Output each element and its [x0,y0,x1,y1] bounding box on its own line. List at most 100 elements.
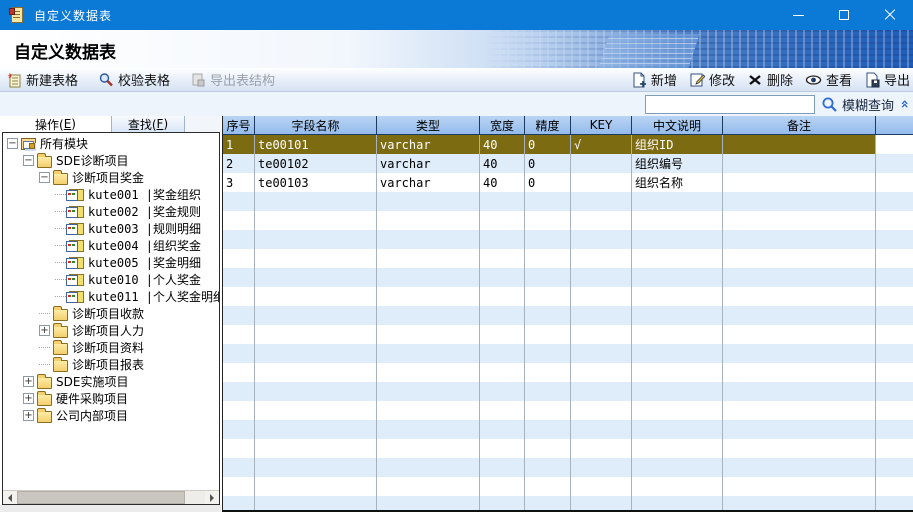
tree-item-16[interactable]: +公司内部项目 [3,407,219,424]
tree-item-label: 诊断项目报表 [72,356,144,373]
table-icon [69,223,84,235]
tab-operate[interactable]: 操作(E) [0,116,112,132]
tree-item-10[interactable]: 诊断项目收款 [3,305,219,322]
delete-button[interactable]: 删除 [747,70,793,89]
cell [876,135,913,154]
table-row-0[interactable]: 1te00101varchar400√组织ID [223,135,913,154]
tree-item-4[interactable]: kute002 |奖金规则 [3,203,219,220]
cell [571,344,632,363]
tree-connector [55,279,66,280]
tab-find[interactable]: 查找(F) [112,116,185,132]
collapse-toggle-icon[interactable]: − [39,172,50,183]
minimize-button[interactable] [775,0,821,30]
cell [632,420,723,439]
cell [571,306,632,325]
collapse-search-icon[interactable]: « [897,99,911,108]
cell [571,325,632,344]
export-button[interactable]: 导出 [864,70,910,89]
table-row-1[interactable]: 2te00102varchar400组织编号 [223,154,913,173]
collapse-toggle-icon[interactable]: − [23,155,34,166]
scroll-right-icon[interactable] [205,491,219,504]
tree-item-label: kute004 |组织奖金 [88,237,201,254]
collapse-toggle-icon[interactable]: − [7,138,18,149]
cell [255,439,377,458]
expand-toggle-icon[interactable]: + [23,376,34,387]
expand-toggle-icon[interactable]: + [39,325,50,336]
tree-item-5[interactable]: kute003 |规则明细 [3,220,219,237]
tree-item-11[interactable]: +诊断项目人力 [3,322,219,339]
cell [223,420,255,439]
column-header-filler[interactable] [876,116,913,135]
cell [525,363,571,382]
table-row-2[interactable]: 3te00103varchar400组织名称 [223,173,913,192]
tree-item-9[interactable]: kute011 |个人奖金明细 [3,288,219,305]
column-header-5[interactable]: KEY [571,116,632,135]
cell [525,401,571,420]
close-icon [884,9,896,21]
tree-item-2[interactable]: −诊断项目奖金 [3,169,219,186]
add-button[interactable]: 新增 [631,70,677,89]
tree-item-1[interactable]: −SDE诊断项目 [3,152,219,169]
tree-item-7[interactable]: kute005 |奖金明细 [3,254,219,271]
column-header-3[interactable]: 宽度 [480,116,525,135]
search-input[interactable] [645,95,815,114]
column-header-0[interactable]: 序号 [223,116,255,135]
expand-toggle-icon[interactable]: + [23,410,34,421]
tree-connector [55,194,66,195]
cell [223,458,255,477]
close-button[interactable] [867,0,913,30]
column-header-4[interactable]: 精度 [525,116,571,135]
tree-item-6[interactable]: kute004 |组织奖金 [3,237,219,254]
tree-horizontal-scrollbar[interactable] [3,490,219,504]
cell [632,344,723,363]
app-icon [9,7,26,24]
delete-icon [747,72,763,88]
column-header-2[interactable]: 类型 [377,116,480,135]
cell [571,287,632,306]
validate-table-button[interactable]: 校验表格 [98,70,170,89]
tree-item-0[interactable]: −所有模块 [3,135,219,152]
column-header-7[interactable]: 备注 [723,116,876,135]
expand-toggle-icon[interactable]: + [23,393,34,404]
tree-connector [39,313,50,314]
new-table-button[interactable]: 新建表格 [6,70,78,89]
tree-item-13[interactable]: 诊断项目报表 [3,356,219,373]
cell [723,344,876,363]
fuzzy-query-button[interactable]: 模糊查询 [821,95,894,114]
tree-item-3[interactable]: kute001 |奖金组织 [3,186,219,203]
cell [876,287,913,306]
column-header-6[interactable]: 中文说明 [632,116,723,135]
export-structure-button[interactable]: 导出表结构 [190,70,275,89]
column-header-1[interactable]: 字段名称 [255,116,377,135]
view-button[interactable]: 查看 [805,70,852,89]
scroll-left-icon[interactable] [3,491,17,504]
cell: 40 [480,173,525,192]
cell [632,477,723,496]
cell [223,211,255,230]
tree-item-15[interactable]: +硬件采购项目 [3,390,219,407]
scrollbar-thumb[interactable] [17,491,185,504]
cell [480,306,525,325]
tree-item-8[interactable]: kute010 |个人奖金 [3,271,219,288]
table-header-row: 序号字段名称类型宽度精度KEY中文说明备注 [223,116,913,135]
cell [723,192,876,211]
maximize-icon [839,10,849,20]
sidebar-tabs: 操作(E) 查找(F) [0,116,221,132]
cell [223,230,255,249]
cell [377,287,480,306]
cell [377,249,480,268]
cell [876,382,913,401]
cell [223,496,255,512]
modify-button[interactable]: 修改 [689,70,735,89]
maximize-button[interactable] [821,0,867,30]
cell [223,363,255,382]
modules-icon [21,138,36,150]
window-title: 自定义数据表 [34,7,112,24]
cell: 0 [525,154,571,173]
cell [876,401,913,420]
tree-item-12[interactable]: 诊断项目资料 [3,339,219,356]
tree-item-14[interactable]: +SDE实施项目 [3,373,219,390]
view-icon [805,72,822,88]
cell [876,344,913,363]
sidebar: 操作(E) 查找(F) −所有模块−SDE诊断项目−诊断项目奖金kute001 … [0,116,221,512]
